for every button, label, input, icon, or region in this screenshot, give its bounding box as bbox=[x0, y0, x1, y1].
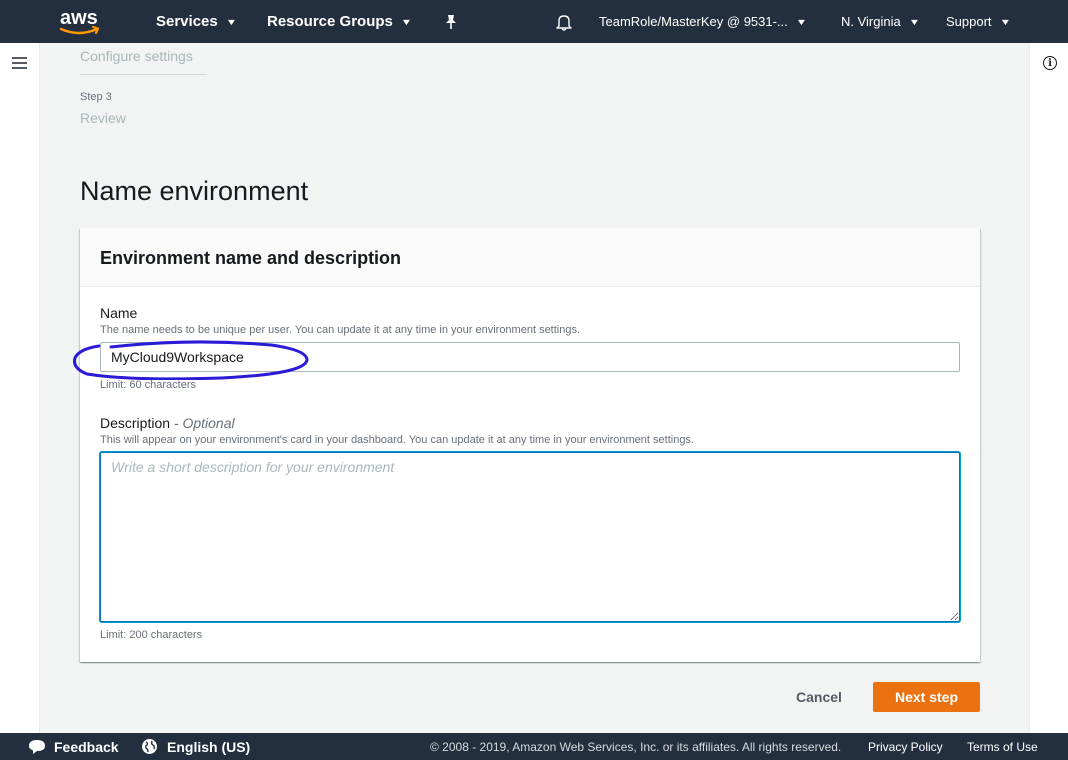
next-step-button[interactable]: Next step bbox=[873, 682, 980, 712]
resource-groups-menu[interactable]: Resource Groups ▼ bbox=[267, 0, 413, 43]
globe-icon bbox=[142, 739, 157, 754]
feedback-link[interactable]: Feedback bbox=[28, 733, 119, 760]
panel-header: Environment name and description bbox=[80, 228, 980, 287]
speech-bubble-icon bbox=[29, 739, 45, 754]
resource-groups-label: Resource Groups bbox=[267, 13, 393, 30]
description-textarea[interactable] bbox=[100, 452, 960, 622]
services-menu[interactable]: Services ▼ bbox=[156, 0, 237, 43]
chevron-down-icon: ▼ bbox=[999, 16, 1011, 27]
right-help-strip bbox=[1029, 43, 1068, 733]
pin-icon[interactable] bbox=[444, 0, 458, 43]
chevron-down-icon: ▼ bbox=[795, 16, 808, 27]
step-2-title[interactable]: Configure settings bbox=[80, 48, 193, 64]
privacy-policy-link[interactable]: Privacy Policy bbox=[868, 733, 943, 760]
region-menu[interactable]: N. Virginia ▼ bbox=[841, 0, 920, 43]
top-navigation: aws Services ▼ Resource Groups ▼ TeamRol… bbox=[0, 0, 1068, 43]
account-label: TeamRole/MasterKey @ 9531-... bbox=[599, 14, 788, 29]
chevron-down-icon: ▼ bbox=[225, 16, 237, 27]
optional-tag: - Optional bbox=[170, 415, 235, 431]
cancel-button[interactable]: Cancel bbox=[784, 682, 854, 712]
chevron-down-icon: ▼ bbox=[400, 16, 413, 27]
hamburger-icon[interactable] bbox=[12, 57, 27, 69]
chevron-down-icon: ▼ bbox=[908, 16, 920, 27]
name-limit: Limit: 60 characters bbox=[100, 379, 196, 391]
support-label: Support bbox=[946, 14, 992, 29]
info-icon[interactable]: i bbox=[1043, 56, 1057, 70]
left-navigation-strip bbox=[0, 43, 40, 733]
feedback-label: Feedback bbox=[54, 738, 119, 755]
description-label: Description - Optional bbox=[100, 415, 235, 431]
step-3-label: Step 3 bbox=[80, 91, 112, 103]
aws-logo[interactable]: aws bbox=[58, 6, 102, 38]
account-menu[interactable]: TeamRole/MasterKey @ 9531-... ▼ bbox=[599, 0, 808, 43]
terms-of-use-link[interactable]: Terms of Use bbox=[967, 733, 1038, 760]
panel-title: Environment name and description bbox=[100, 248, 402, 268]
footer: Feedback English (US) © 2008 - 2019, Ama… bbox=[0, 733, 1068, 760]
environment-name-panel: Environment name and description Name Th… bbox=[80, 228, 980, 662]
language-label: English (US) bbox=[167, 738, 251, 755]
name-description: The name needs to be unique per user. Yo… bbox=[100, 324, 581, 336]
name-input[interactable] bbox=[100, 342, 960, 372]
description-help: This will appear on your environment's c… bbox=[100, 434, 694, 446]
region-label: N. Virginia bbox=[841, 14, 901, 29]
copyright-text: © 2008 - 2019, Amazon Web Services, Inc.… bbox=[430, 739, 842, 754]
description-limit: Limit: 200 characters bbox=[100, 629, 203, 641]
bell-icon[interactable] bbox=[556, 0, 572, 43]
page-title: Name environment bbox=[80, 176, 309, 206]
aws-logo-text: aws bbox=[60, 7, 98, 29]
step-3-title[interactable]: Review bbox=[80, 110, 126, 126]
step-divider bbox=[80, 74, 207, 75]
description-label-text: Description bbox=[100, 415, 171, 431]
services-label: Services bbox=[156, 13, 218, 30]
name-label: Name bbox=[100, 305, 138, 321]
language-selector[interactable]: English (US) bbox=[141, 733, 250, 760]
support-menu[interactable]: Support ▼ bbox=[946, 0, 1011, 43]
